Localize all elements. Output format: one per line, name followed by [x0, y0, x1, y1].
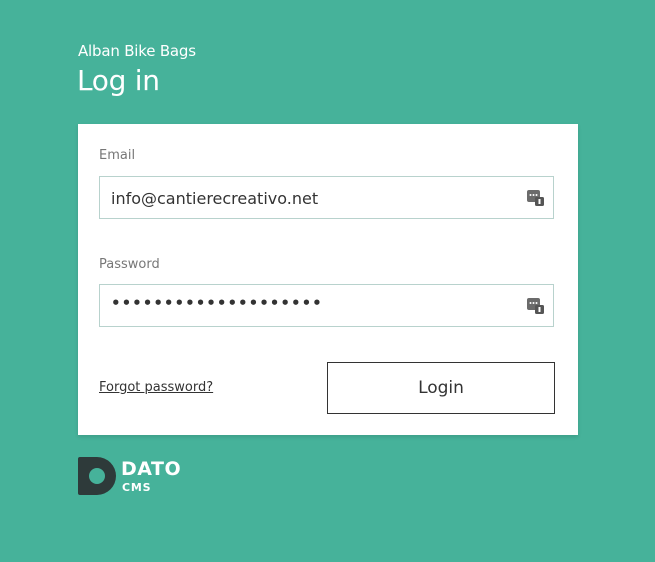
logo-brand: DATO: [121, 457, 182, 480]
site-name: Alban Bike Bags: [78, 42, 196, 60]
login-button[interactable]: Login: [327, 362, 555, 414]
email-field[interactable]: info@cantierecreativo.net: [99, 176, 554, 219]
password-manager-icon[interactable]: [527, 297, 544, 314]
password-field[interactable]: ••••••••••••••••••••: [99, 284, 554, 327]
password-manager-icon[interactable]: [527, 189, 544, 206]
email-value[interactable]: info@cantierecreativo.net: [111, 189, 318, 208]
datocms-logo: DATO CMS: [78, 457, 181, 495]
email-label: Email: [99, 148, 136, 163]
forgot-password-link[interactable]: Forgot password?: [99, 380, 213, 395]
password-label: Password: [99, 257, 160, 272]
logo-text: DATO CMS: [121, 457, 182, 494]
datocms-logo-icon: [78, 457, 116, 495]
login-card: Email info@cantierecreativo.net Password…: [78, 124, 578, 435]
page-title: Log in: [77, 64, 160, 97]
logo-sub: CMS: [122, 480, 152, 494]
password-value[interactable]: ••••••••••••••••••••: [111, 294, 323, 312]
